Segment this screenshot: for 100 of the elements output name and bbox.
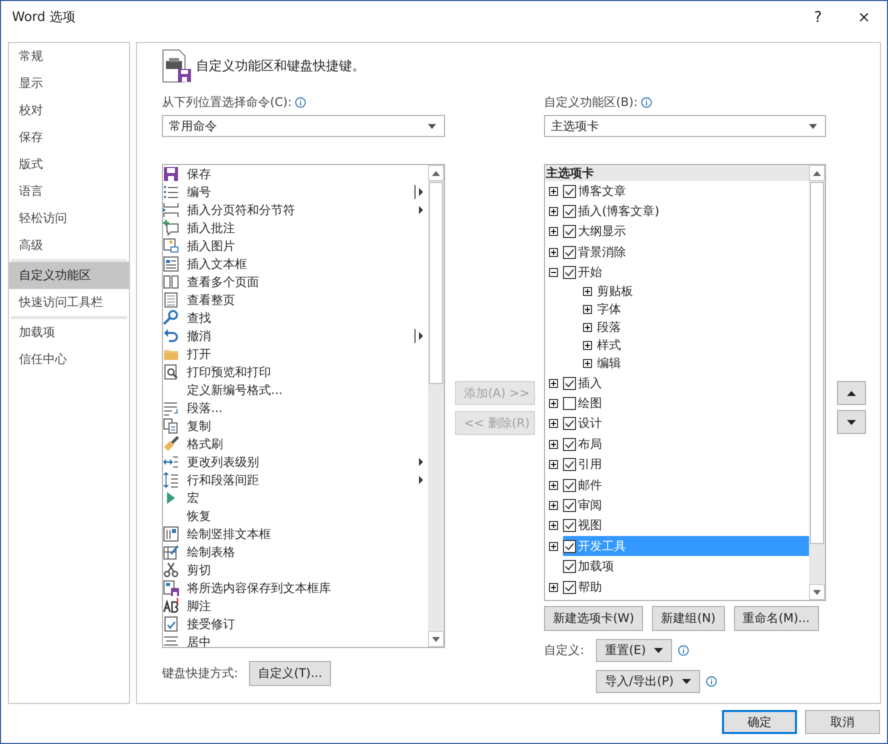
command-item[interactable]: 更改列表级别 bbox=[163, 453, 428, 471]
sidebar-item[interactable]: 高级 bbox=[9, 232, 129, 259]
tree-item[interactable]: 样式 bbox=[597, 337, 621, 354]
ribbon-tabs-dropdown[interactable]: 主选项卡 bbox=[544, 115, 826, 137]
tree-item[interactable]: 博客文章 bbox=[563, 181, 809, 202]
expand-icon[interactable] bbox=[583, 341, 592, 350]
checkbox[interactable] bbox=[563, 478, 576, 492]
command-item[interactable]: 插入批注 bbox=[163, 219, 428, 237]
tree-item[interactable]: 邮件 bbox=[563, 475, 809, 496]
tree-item[interactable]: 加载项 bbox=[563, 556, 809, 577]
expand-icon[interactable] bbox=[583, 359, 592, 368]
reset-button[interactable]: 重置(E) bbox=[596, 639, 672, 662]
tree-item[interactable]: 绘图 bbox=[563, 394, 809, 414]
checkbox[interactable] bbox=[563, 458, 576, 472]
rename-button[interactable]: 重命名(M)... bbox=[734, 606, 819, 631]
tree-item[interactable]: 引用 bbox=[563, 454, 809, 475]
tree-item[interactable]: 帮助 bbox=[563, 577, 809, 598]
command-item[interactable]: 插入图片 bbox=[163, 237, 428, 255]
tree-item[interactable]: 视图 bbox=[563, 516, 809, 536]
command-source-dropdown[interactable]: 常用命令 bbox=[162, 115, 445, 137]
expand-icon[interactable] bbox=[549, 460, 558, 470]
tree-item[interactable]: 审阅 bbox=[563, 495, 809, 516]
command-item[interactable]: 绘制竖排文本框 bbox=[163, 525, 428, 543]
tree-item[interactable]: 布局 bbox=[563, 434, 809, 454]
help-button[interactable]: ? bbox=[795, 1, 841, 32]
expand-icon[interactable] bbox=[549, 207, 558, 216]
command-item[interactable]: 撤消 bbox=[163, 327, 428, 345]
move-up-button[interactable] bbox=[837, 381, 866, 405]
command-item[interactable]: 查看多个页面 bbox=[163, 273, 428, 291]
sidebar-item[interactable]: 快速访问工具栏 bbox=[9, 289, 129, 316]
import-export-button[interactable]: 导入/导出(P) bbox=[596, 670, 700, 693]
sidebar-item[interactable]: 常规 bbox=[9, 43, 129, 70]
command-item[interactable]: 居中 bbox=[163, 633, 428, 647]
expand-icon[interactable] bbox=[549, 542, 558, 551]
command-item[interactable]: 段落... bbox=[163, 399, 428, 417]
expand-icon[interactable] bbox=[583, 323, 592, 332]
sidebar-item[interactable]: 加载项 bbox=[9, 319, 129, 346]
command-item[interactable]: 复制 bbox=[163, 417, 428, 435]
expand-icon[interactable] bbox=[549, 521, 558, 530]
checkbox[interactable] bbox=[563, 438, 576, 451]
checkbox[interactable] bbox=[563, 519, 576, 532]
checkbox[interactable] bbox=[563, 498, 576, 512]
checkbox[interactable] bbox=[563, 560, 576, 574]
checkbox[interactable] bbox=[563, 246, 576, 259]
command-item[interactable]: 绘制表格 bbox=[163, 543, 428, 561]
command-item[interactable]: 插入文本框 bbox=[163, 255, 428, 273]
command-item[interactable]: 打开 bbox=[163, 345, 428, 363]
command-item[interactable]: 脚注 bbox=[163, 597, 428, 615]
command-item[interactable]: 插入分页符和分节符 bbox=[163, 201, 428, 219]
expand-icon[interactable] bbox=[549, 500, 558, 510]
command-item[interactable]: 定义新编号格式... bbox=[163, 381, 428, 399]
sidebar-item[interactable]: 自定义功能区 bbox=[9, 262, 129, 289]
new-group-button[interactable]: 新建组(N) bbox=[652, 606, 725, 631]
new-tab-button[interactable]: 新建选项卡(W) bbox=[544, 606, 644, 631]
sidebar-item[interactable]: 保存 bbox=[9, 124, 129, 151]
command-item[interactable]: 接受修订 bbox=[163, 615, 428, 633]
tree-item[interactable]: 字体 bbox=[597, 301, 621, 318]
command-item[interactable]: 打印预览和打印 bbox=[163, 363, 428, 381]
tree-item[interactable]: 插入 bbox=[563, 373, 809, 394]
checkbox[interactable] bbox=[563, 540, 576, 553]
tree-item[interactable]: 编辑 bbox=[597, 355, 621, 372]
expand-icon[interactable] bbox=[549, 582, 558, 592]
command-item[interactable]: 查找 bbox=[163, 309, 428, 327]
expand-icon[interactable] bbox=[549, 419, 558, 428]
command-item[interactable]: 格式刷 bbox=[163, 435, 428, 453]
tree-item[interactable]: 插入(博客文章) bbox=[563, 202, 809, 222]
collapse-icon[interactable] bbox=[549, 268, 558, 278]
close-button[interactable]: × bbox=[841, 1, 887, 32]
expand-icon[interactable] bbox=[583, 305, 592, 314]
command-item[interactable]: 恢复 bbox=[163, 507, 428, 525]
sidebar-item[interactable]: 轻松访问 bbox=[9, 205, 129, 232]
command-item[interactable]: 剪切 bbox=[163, 561, 428, 579]
tree-item[interactable]: 段落 bbox=[597, 319, 621, 336]
sidebar-item[interactable]: 信任中心 bbox=[9, 346, 129, 373]
command-item[interactable]: 宏 bbox=[163, 489, 428, 507]
sidebar-item[interactable]: 显示 bbox=[9, 70, 129, 97]
checkbox[interactable] bbox=[563, 225, 576, 238]
expand-icon[interactable] bbox=[549, 480, 558, 490]
expand-icon[interactable] bbox=[549, 227, 558, 236]
expand-icon[interactable] bbox=[549, 378, 558, 388]
checkbox[interactable] bbox=[563, 184, 576, 198]
checkbox[interactable] bbox=[563, 376, 576, 390]
tree-item[interactable]: 设计 bbox=[563, 414, 809, 434]
checkbox[interactable] bbox=[563, 417, 576, 430]
sidebar-item[interactable]: 语言 bbox=[9, 178, 129, 205]
sidebar-item[interactable]: 版式 bbox=[9, 151, 129, 178]
command-item[interactable]: 保存 bbox=[163, 165, 428, 183]
checkbox[interactable] bbox=[563, 580, 576, 594]
expand-icon[interactable] bbox=[549, 399, 558, 408]
command-item[interactable]: 将所选内容保存到文本框库 bbox=[163, 579, 428, 597]
expand-icon[interactable] bbox=[549, 248, 558, 257]
tree-item[interactable]: 背景消除 bbox=[563, 242, 809, 262]
checkbox[interactable] bbox=[563, 266, 576, 280]
command-item[interactable]: 编号 bbox=[163, 183, 428, 201]
checkbox[interactable] bbox=[563, 205, 576, 218]
command-item[interactable]: 行和段落间距 bbox=[163, 471, 428, 489]
expand-icon[interactable] bbox=[583, 287, 592, 296]
ok-button[interactable]: 确定 bbox=[722, 710, 797, 734]
customize-shortcuts-button[interactable]: 自定义(T)... bbox=[249, 661, 332, 686]
sidebar-item[interactable]: 校对 bbox=[9, 97, 129, 124]
